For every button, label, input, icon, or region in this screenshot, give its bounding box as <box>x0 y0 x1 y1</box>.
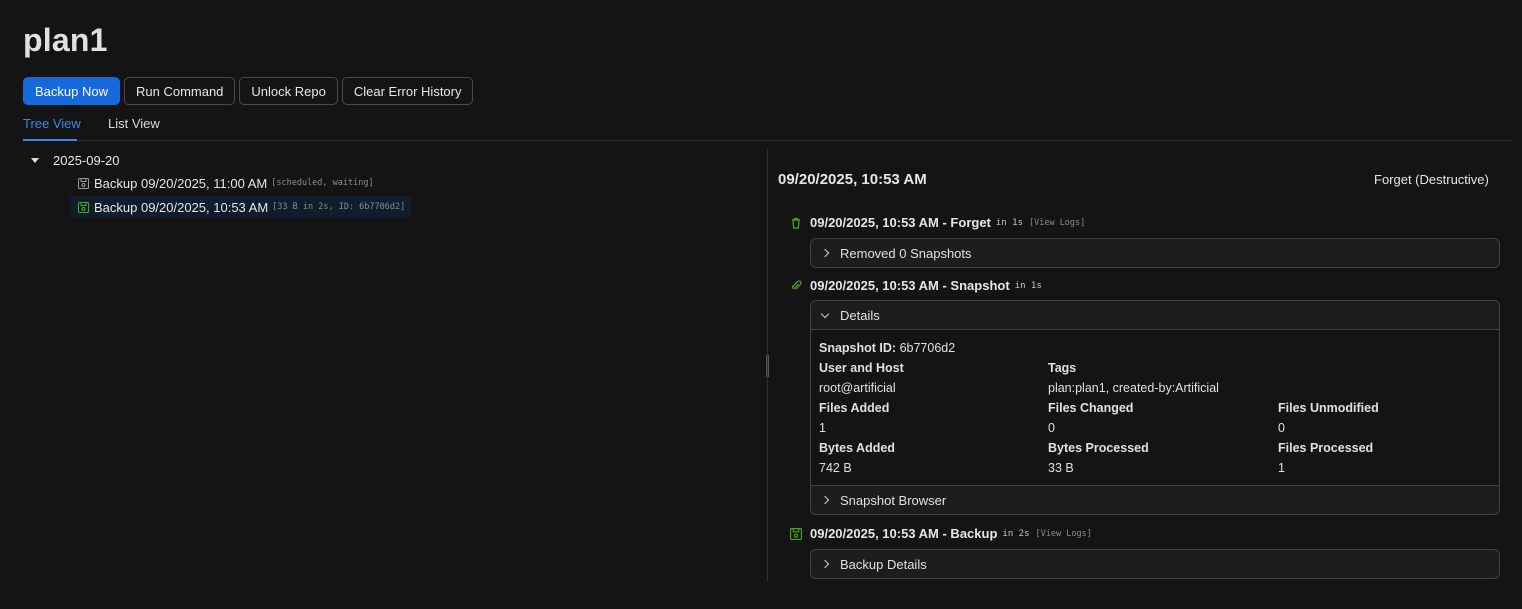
snapshot-id-row: Snapshot ID: 6b7706d2 <box>819 341 955 355</box>
tree-item-label: Backup 09/20/2025, 10:53 AM <box>94 199 269 215</box>
tree-group[interactable]: 2025-09-20 <box>31 149 120 171</box>
panel-label: Details <box>840 307 880 323</box>
field-value: 0 <box>1048 421 1055 435</box>
detail-title: 09/20/2025, 10:53 AM <box>778 171 927 188</box>
field-value: 742 B <box>819 461 852 475</box>
chevron-right-icon <box>820 559 830 569</box>
view-tabs: Tree View List View <box>23 112 1513 141</box>
tree-item-meta: [scheduled, waiting] <box>271 178 374 188</box>
tab-tree-view[interactable]: Tree View <box>23 116 81 131</box>
field-label: Files Processed <box>1278 441 1374 455</box>
removed-snapshots-panel: Removed 0 Snapshots <box>810 238 1500 268</box>
unlock-repo-button[interactable]: Unlock Repo <box>239 77 338 105</box>
run-command-button[interactable]: Run Command <box>123 77 236 105</box>
operation-title: 09/20/2025, 10:53 AM - Snapshot <box>810 278 1010 293</box>
active-tab-indicator <box>23 139 77 141</box>
tab-list-view[interactable]: List View <box>108 116 160 131</box>
panel-label: Backup Details <box>840 556 927 572</box>
collapse-header[interactable]: Details <box>811 301 1499 329</box>
field-label: Snapshot ID: <box>819 341 897 355</box>
resize-handle[interactable] <box>766 355 769 377</box>
panel-label: Snapshot Browser <box>840 492 947 508</box>
operation-forget: 09/20/2025, 10:53 AM - Forget in 1s [Vie… <box>790 215 1085 230</box>
chevron-right-icon <box>820 248 830 258</box>
field-value: 1 <box>1278 461 1285 475</box>
operation-title: 09/20/2025, 10:53 AM - Backup <box>810 526 998 541</box>
tree-item-meta: [33 B in 2s, ID: 6b7706d2] <box>272 202 406 212</box>
collapse-header[interactable]: Backup Details <box>811 550 1499 578</box>
panel-label: Removed 0 Snapshots <box>840 245 972 261</box>
save-icon-success <box>78 201 89 213</box>
operation-duration: in 2s <box>1002 528 1030 539</box>
snapshot-browser-header[interactable]: Snapshot Browser <box>811 486 1499 514</box>
field-label: User and Host <box>819 361 904 375</box>
tree-group-label: 2025-09-20 <box>53 152 120 168</box>
view-logs-link[interactable]: [View Logs] <box>1036 529 1092 539</box>
chevron-right-icon <box>820 495 830 505</box>
snapshot-details-panel: Details Snapshot ID: 6b7706d2 User and H… <box>810 300 1500 515</box>
field-label: Bytes Added <box>819 441 895 455</box>
view-logs-link[interactable]: [View Logs] <box>1029 218 1085 228</box>
tree-item-label: Backup 09/20/2025, 11:00 AM <box>94 175 268 191</box>
operation-title: 09/20/2025, 10:53 AM - Forget <box>810 215 991 230</box>
field-value: 33 B <box>1048 461 1074 475</box>
toolbar: Backup Now Run Command Unlock Repo Clear… <box>23 77 474 105</box>
tree-item[interactable]: Backup 09/20/2025, 11:00 AM [scheduled, … <box>78 172 374 194</box>
field-label: Tags <box>1048 361 1077 375</box>
backup-now-button[interactable]: Backup Now <box>23 77 120 105</box>
save-icon <box>78 177 89 189</box>
field-value: 1 <box>819 421 826 435</box>
page-title: plan1 <box>23 22 108 58</box>
caret-down-icon[interactable] <box>31 157 39 163</box>
field-label: Files Changed <box>1048 401 1134 415</box>
operation-duration: in 1s <box>995 217 1023 228</box>
operation-snapshot: 09/20/2025, 10:53 AM - Snapshot in 1s <box>790 278 1042 293</box>
paperclip-icon <box>790 279 802 292</box>
field-label: Files Unmodified <box>1278 401 1379 415</box>
save-icon-success <box>790 527 802 540</box>
field-label: Bytes Processed <box>1048 441 1149 455</box>
field-value: 0 <box>1278 421 1285 435</box>
delete-icon <box>790 217 802 229</box>
tree-item-selected[interactable]: Backup 09/20/2025, 10:53 AM [33 B in 2s,… <box>70 196 412 218</box>
details-body: Snapshot ID: 6b7706d2 User and Host root… <box>811 329 1499 486</box>
field-label: Files Added <box>819 401 890 415</box>
backup-details-panel: Backup Details <box>810 549 1500 579</box>
collapse-header[interactable]: Removed 0 Snapshots <box>811 239 1499 267</box>
field-value: root@artificial <box>819 381 896 395</box>
snapshot-id-value: 6b7706d2 <box>899 341 956 355</box>
field-value: plan:plan1, created-by:Artificial <box>1048 381 1219 395</box>
chevron-down-icon <box>820 309 830 318</box>
clear-error-history-button[interactable]: Clear Error History <box>341 77 474 105</box>
operation-duration: in 1s <box>1014 280 1042 291</box>
operation-backup: 09/20/2025, 10:53 AM - Backup in 2s [Vie… <box>790 526 1092 541</box>
forget-destructive-button[interactable]: Forget (Destructive) <box>1364 166 1499 192</box>
